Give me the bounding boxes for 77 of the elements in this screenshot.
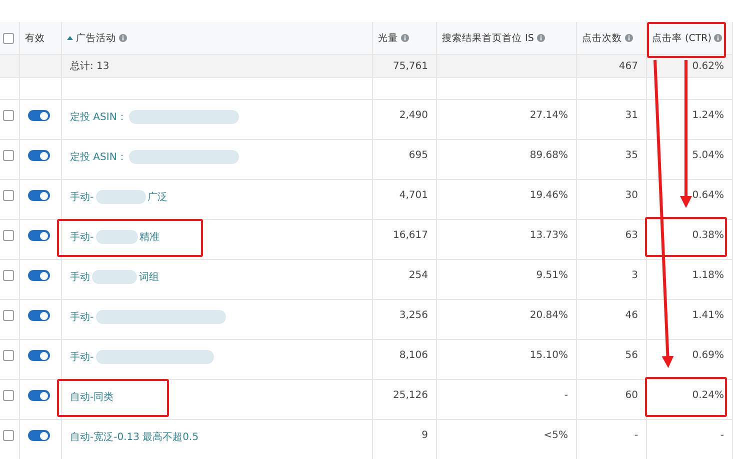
column-header[interactable]: 点击率 (CTR) xyxy=(652,32,722,44)
campaign-name[interactable]: 自动-宽泛-0.13 最高不超0.5 xyxy=(70,430,199,444)
table-cell: 75,761 xyxy=(393,60,428,72)
table-cell: 16,617 xyxy=(393,230,428,241)
table-cell: 9 xyxy=(422,430,428,441)
toggle-switch[interactable] xyxy=(28,150,50,161)
campaign-name-suffix[interactable]: 词组 xyxy=(139,270,159,284)
toggle-switch[interactable] xyxy=(28,350,50,361)
campaign-name[interactable]: 自动-同类 xyxy=(70,390,114,404)
table-cell: 20.84% xyxy=(530,310,568,321)
table-cell: 19.46% xyxy=(530,190,568,201)
table-cell: - xyxy=(564,390,568,401)
table-cell: 0.24% xyxy=(692,390,724,401)
table-cell: 27.14% xyxy=(530,110,568,121)
table-cell: 63 xyxy=(625,230,638,241)
column-header[interactable]: 点击次数 xyxy=(582,32,633,44)
row-checkbox[interactable] xyxy=(3,310,14,321)
select-all-checkbox[interactable] xyxy=(3,32,14,44)
row-checkbox[interactable] xyxy=(3,150,14,161)
table-cell: 13.73% xyxy=(530,230,568,241)
table-cell: 9.51% xyxy=(536,270,568,281)
table-cell: 0.62% xyxy=(692,60,724,72)
row-checkbox[interactable] xyxy=(3,110,14,121)
table-cell: 89.68% xyxy=(530,150,568,161)
table-cell: 467 xyxy=(618,60,638,72)
table-cell: 2,490 xyxy=(399,110,428,121)
table-cell: - xyxy=(634,430,638,441)
table-cell: 1.18% xyxy=(692,270,724,281)
column-header[interactable]: 搜索结果首页首位 IS xyxy=(442,32,545,44)
toggle-switch[interactable] xyxy=(28,110,50,121)
campaign-name[interactable]: 手动- xyxy=(70,190,94,204)
table-cell: 15.10% xyxy=(530,350,568,361)
table-cell: 31 xyxy=(625,110,638,121)
campaign-name-suffix[interactable]: 精准 xyxy=(140,230,160,244)
table-cell: 0.69% xyxy=(692,350,724,361)
table-cell: 1.24% xyxy=(692,110,724,121)
row-checkbox[interactable] xyxy=(3,430,14,441)
campaign-name[interactable]: 定投 ASIN： xyxy=(70,150,127,164)
table-cell: 25,126 xyxy=(393,390,428,401)
table-cell: 1.41% xyxy=(692,310,724,321)
column-header[interactable]: 有效 xyxy=(25,32,45,44)
toggle-switch[interactable] xyxy=(28,310,50,321)
row-checkbox[interactable] xyxy=(3,190,14,201)
row-checkbox[interactable] xyxy=(3,230,14,241)
total-label: 总计: 13 xyxy=(70,60,110,73)
campaign-name[interactable]: 手动- xyxy=(70,310,94,324)
table-cell: 3 xyxy=(632,270,638,281)
campaign-name[interactable]: 手动 xyxy=(70,270,90,284)
table-cell: 0.38% xyxy=(692,230,724,241)
table-cell: 35 xyxy=(625,150,638,161)
table-cell: 8,106 xyxy=(399,350,428,361)
toggle-switch[interactable] xyxy=(28,270,50,281)
campaign-name[interactable]: 定投 ASIN： xyxy=(70,110,127,124)
table-cell: 695 xyxy=(408,150,428,161)
column-header[interactable]: 光量 xyxy=(378,32,409,44)
toggle-switch[interactable] xyxy=(28,390,50,401)
table-cell: 60 xyxy=(625,390,638,401)
campaign-name-suffix[interactable]: 广泛 xyxy=(148,190,168,204)
table-cell: 254 xyxy=(408,270,428,281)
row-checkbox[interactable] xyxy=(3,390,14,401)
table-cell: 30 xyxy=(625,190,638,201)
toggle-switch[interactable] xyxy=(28,190,50,201)
toggle-switch[interactable] xyxy=(28,430,50,441)
row-checkbox[interactable] xyxy=(3,350,14,361)
table-cell: 56 xyxy=(625,350,638,361)
table-cell: - xyxy=(720,430,724,441)
table-cell: 3,256 xyxy=(399,310,428,321)
table-cell: 4,701 xyxy=(399,190,428,201)
table-cell: <5% xyxy=(544,430,568,441)
column-header[interactable]: 广告活动 xyxy=(67,32,127,44)
row-checkbox[interactable] xyxy=(3,270,14,281)
toggle-switch[interactable] xyxy=(28,230,50,241)
table-cell: 5.04% xyxy=(692,150,724,161)
campaign-name[interactable]: 手动- xyxy=(70,350,94,364)
campaign-name[interactable]: 手动- xyxy=(70,230,94,244)
table-cell: 46 xyxy=(625,310,638,321)
table-cell: 0.64% xyxy=(692,190,724,201)
